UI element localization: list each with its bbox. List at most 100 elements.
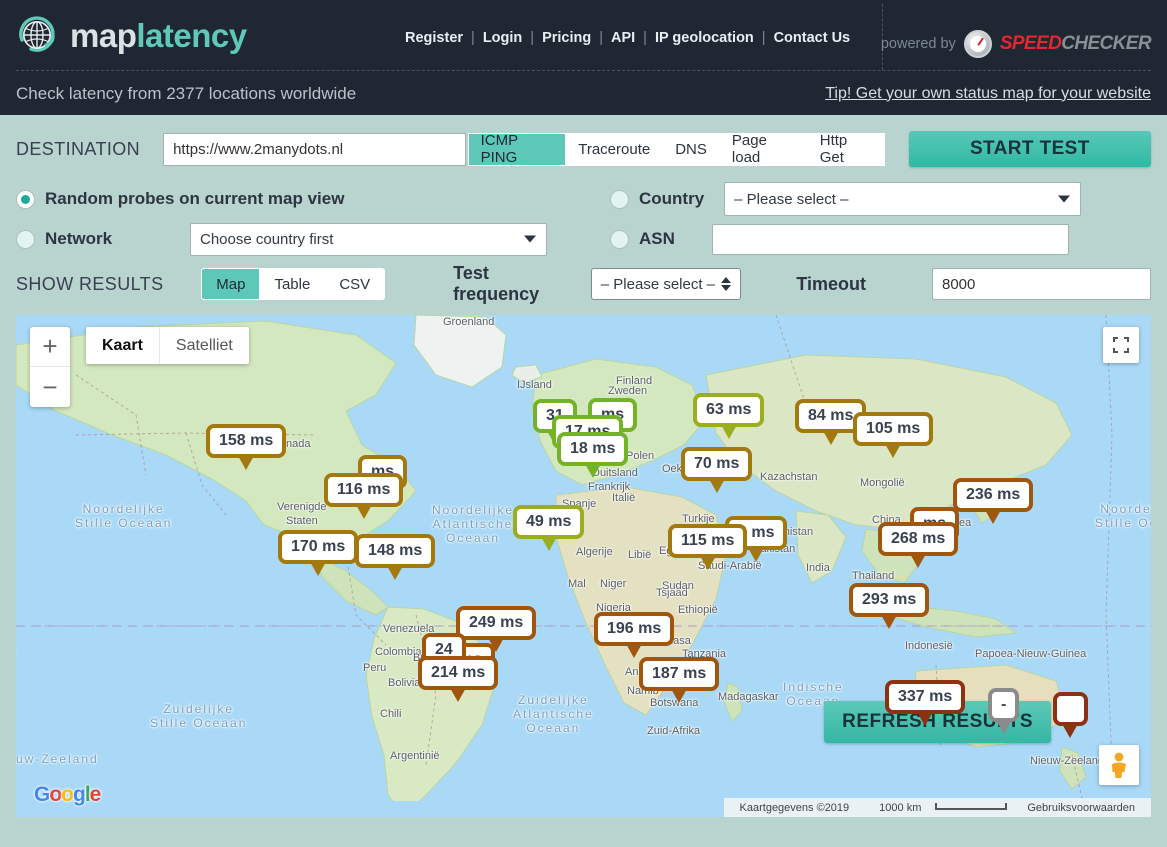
asn-option[interactable]: ASN [610, 223, 1069, 255]
radio-country[interactable] [610, 189, 629, 209]
latency-marker-bubble[interactable]: 293 ms [849, 583, 930, 617]
latency-marker-bubble[interactable]: 337 ms [885, 680, 966, 714]
google-logo: Google [34, 783, 101, 806]
country-select-value: – Please select – [734, 190, 849, 208]
radio-country-label: Country [639, 189, 705, 208]
nav-pricing[interactable]: Pricing [542, 30, 591, 46]
speedchecker-checker: CHECKER [1061, 33, 1151, 54]
scale-bar [935, 802, 1008, 810]
latency-marker[interactable]: 158 ms [206, 424, 287, 458]
powered-by-label: powered by [880, 36, 956, 52]
show-results-csv[interactable]: CSV [325, 268, 386, 300]
latency-marker[interactable]: 236 ms [953, 478, 1034, 512]
latency-marker[interactable]: 214 ms [418, 656, 499, 690]
test-type-dns[interactable]: DNS [663, 132, 720, 166]
header-dashed-divider [16, 70, 1151, 71]
latency-marker-bubble[interactable]: 148 ms [355, 534, 436, 568]
nav-contact-us[interactable]: Contact Us [774, 30, 851, 46]
latency-marker-bubble[interactable]: 170 ms [278, 530, 359, 564]
latency-marker[interactable]: 105 ms [853, 412, 934, 446]
test-frequency-select[interactable]: – Please select – [590, 268, 742, 300]
test-type-traceroute[interactable]: Traceroute [566, 132, 664, 166]
latency-marker[interactable]: 49 ms [513, 505, 585, 539]
latency-marker[interactable]: 187 ms [639, 657, 720, 691]
street-view-pegman-button[interactable] [1099, 745, 1139, 785]
nav-login[interactable]: Login [483, 30, 522, 46]
latency-marker-bubble[interactable]: 158 ms [206, 424, 287, 458]
nav-api[interactable]: API [611, 30, 635, 46]
latency-marker[interactable]: 293 ms [849, 583, 930, 617]
radio-asn[interactable] [610, 229, 629, 249]
latency-marker[interactable]: 18 ms [557, 432, 629, 466]
latency-marker-bubble[interactable]: 105 ms [853, 412, 934, 446]
latency-marker-bubble[interactable]: 116 ms [324, 473, 404, 507]
latency-marker-bubble[interactable]: 63 ms [693, 393, 765, 427]
latency-marker-bubble[interactable]: 268 ms [878, 522, 959, 556]
show-results-table[interactable]: Table [260, 268, 326, 300]
latency-marker-bubble[interactable] [1053, 692, 1088, 726]
network-select[interactable]: Choose country first [190, 222, 547, 256]
map-terms-link[interactable]: Gebruiksvoorwaarden [1017, 802, 1145, 814]
radio-random-probes-label: Random probes on current map view [45, 189, 345, 208]
test-type-page-load[interactable]: Page load [719, 132, 808, 166]
latency-marker-bubble[interactable]: 187 ms [639, 657, 720, 691]
logo[interactable]: maplatency [16, 14, 247, 58]
latency-marker[interactable]: - [988, 688, 1020, 722]
tip-link[interactable]: Tip! Get your own status map for your we… [825, 85, 1151, 103]
nav-separator: | [471, 30, 475, 46]
test-type-icmp-ping[interactable]: ICMP PING [467, 132, 567, 166]
latency-marker[interactable]: 70 ms [681, 447, 753, 481]
latency-marker-bubble[interactable]: 115 ms [668, 524, 748, 558]
nav-ip-geolocation[interactable]: IP geolocation [655, 30, 754, 46]
radio-random-probes[interactable] [16, 189, 35, 209]
start-test-button[interactable]: START TEST [908, 131, 1151, 167]
latency-map[interactable]: Groenland Finland IJsland Zweden Canada Polen… [16, 315, 1151, 817]
latency-marker-bubble[interactable]: 214 ms [418, 656, 499, 690]
latency-marker[interactable]: 115 ms [668, 524, 748, 558]
chevron-down-icon [524, 235, 536, 243]
map-scale-label: 1000 km [879, 801, 922, 814]
latency-marker[interactable]: 63 ms [693, 393, 765, 427]
latency-marker-bubble[interactable]: 18 ms [557, 432, 629, 466]
nav-register[interactable]: Register [405, 30, 463, 46]
test-frequency-value: – Please select – [600, 275, 716, 293]
map-type-satelliet[interactable]: Satelliet [160, 327, 249, 364]
latency-marker[interactable]: 196 ms [594, 612, 675, 646]
latency-marker-bubble[interactable]: 70 ms [681, 447, 753, 481]
spinner-icon [721, 277, 732, 291]
destination-input[interactable] [163, 132, 466, 166]
radio-network[interactable] [16, 229, 35, 249]
show-results-map[interactable]: Map [201, 268, 261, 300]
test-control-panel: DESTINATION ICMP PING Traceroute DNS Pag… [0, 115, 1167, 315]
fullscreen-button[interactable] [1103, 327, 1139, 363]
map-type-kaart[interactable]: Kaart [86, 327, 160, 364]
map-footer: Kaartgegevens ©2019 1000 km Gebruiksvoor… [723, 798, 1151, 817]
network-option[interactable]: Network Choose country first [16, 222, 610, 256]
logo-text-latency: latency [136, 17, 247, 54]
latency-marker[interactable]: 249 ms [456, 606, 537, 640]
latency-marker[interactable]: 116 ms [324, 473, 404, 507]
latency-marker[interactable]: 148 ms [355, 534, 436, 568]
latency-marker[interactable]: 337 ms [885, 680, 966, 714]
latency-marker[interactable] [1053, 692, 1088, 726]
test-type-segmented-control: ICMP PING Traceroute DNS Page load Http … [467, 132, 885, 166]
country-select[interactable]: – Please select – [724, 182, 1082, 216]
asn-input[interactable] [711, 223, 1069, 255]
latency-marker[interactable]: 268 ms [878, 522, 959, 556]
country-option[interactable]: Country – Please select – [610, 182, 1082, 216]
latency-marker-bubble[interactable]: 49 ms [513, 505, 585, 539]
latency-marker-bubble[interactable]: 236 ms [953, 478, 1034, 512]
logo-text-map: map [70, 17, 137, 54]
zoom-in-button[interactable]: + [30, 327, 70, 367]
powered-by-speedchecker[interactable]: powered by SPEEDCHECKER [880, 30, 1152, 58]
latency-marker[interactable]: 170 ms [278, 530, 359, 564]
timeout-input[interactable] [932, 268, 1151, 300]
latency-marker-bubble[interactable]: 196 ms [594, 612, 675, 646]
test-type-http-get[interactable]: Http Get [807, 132, 885, 166]
latency-marker-bubble[interactable]: - [988, 688, 1020, 722]
pegman-icon [1112, 752, 1126, 778]
zoom-out-button[interactable]: − [30, 367, 70, 407]
chevron-down-icon [1058, 195, 1071, 203]
latency-marker-bubble[interactable]: 249 ms [456, 606, 537, 640]
random-probes-option[interactable]: Random probes on current map view [16, 189, 610, 209]
